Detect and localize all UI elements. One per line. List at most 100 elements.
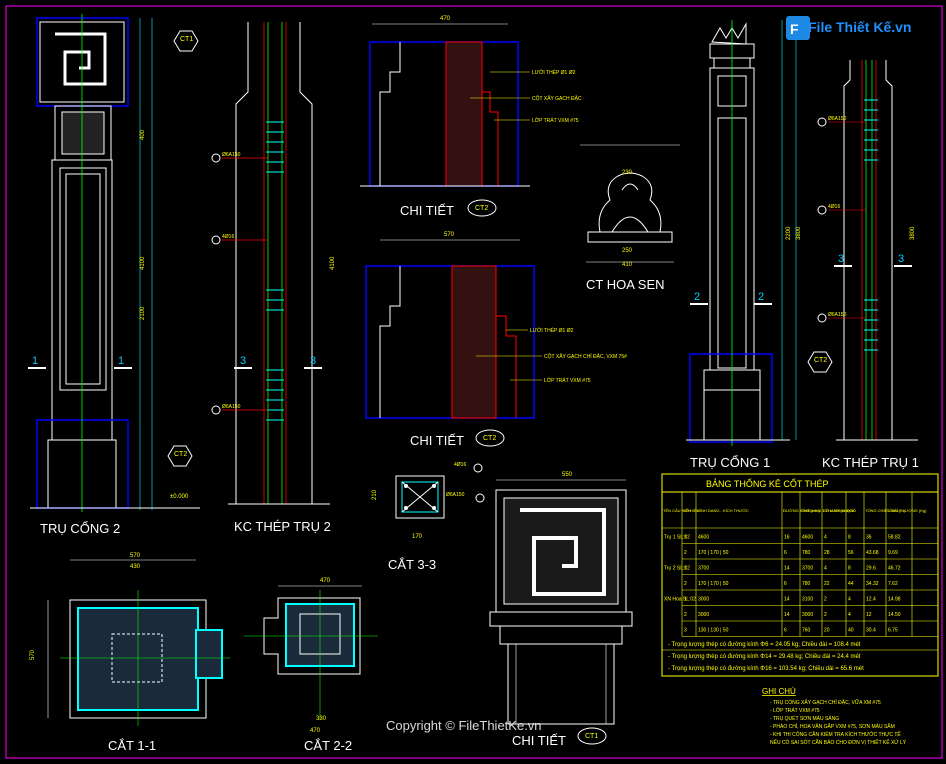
table-cell: 58.82 bbox=[888, 535, 901, 541]
table-header-cell: TỔNG T.LƯỢNG (Kg) bbox=[887, 508, 927, 513]
dim-cat3-210: 210 bbox=[372, 489, 378, 500]
table-cell: 14 bbox=[784, 566, 790, 572]
svg-text:CT1: CT1 bbox=[180, 36, 193, 43]
table-cell: 4 bbox=[824, 535, 827, 541]
table-cell: 4600 bbox=[802, 535, 813, 541]
table-cell: 1 bbox=[684, 566, 687, 572]
dim-hoa-250: 250 bbox=[622, 248, 633, 254]
total-d6: - Trọng lượng thép có đường kính Φ6 = 24… bbox=[668, 642, 861, 648]
table-cell: 40 bbox=[848, 628, 854, 634]
dim-cat3-170: 170 bbox=[412, 534, 423, 540]
note-lop-trat: LỚP TRÁT VXM #75 bbox=[532, 117, 579, 124]
title-cat-1-1: CẮT 1-1 bbox=[108, 738, 156, 753]
table-cell: 14.98 bbox=[888, 597, 901, 603]
note-cot-xay-vxm: CỘT XÂY GẠCH CHỈ ĐẶC, VXM 75# bbox=[544, 353, 627, 360]
dim-col-400: 400 bbox=[140, 129, 146, 140]
table-cell: 16 bbox=[784, 535, 790, 541]
title-cat-3-3: CẮT 3-3 bbox=[388, 557, 436, 572]
table-cell: 2 bbox=[684, 581, 687, 587]
copyright-watermark: Copyright © FileThietKe.vn bbox=[386, 718, 542, 733]
dim-cat1-570-v: 570 bbox=[30, 649, 36, 660]
dim-kc2-4100: 4100 bbox=[330, 256, 336, 270]
table-cell: 20 bbox=[824, 628, 830, 634]
cad-drawing-sheet: 4100 2100 400 1 1 ±0.000 CT1 CT2 TRỤ CỔN… bbox=[0, 0, 946, 764]
total-d16: - Trọng lượng thép có đường kính Φ16 = 1… bbox=[668, 666, 864, 672]
ghi-chu-line-4: - PHÀO CHỈ, HOA VĂN GẮP VXM #75, SƠN MÀU… bbox=[770, 722, 895, 730]
table-cell: 12.4 bbox=[866, 597, 876, 603]
table-cell: 3100 bbox=[802, 597, 813, 603]
section-mark-1-right: 1 bbox=[118, 355, 124, 367]
table-cell: 780 bbox=[802, 581, 811, 587]
table-title: BẢNG THỐNG KÊ CỐT THÉP bbox=[706, 478, 829, 489]
note-cot-xay: CỘT XÂY GẠCH ĐẶC bbox=[532, 95, 582, 102]
table-cell: 2 bbox=[824, 597, 827, 603]
title-cat-2-2: CẮT 2-2 bbox=[304, 738, 352, 753]
ghi-chu-line-2: - LỚP TRÁT VXM #75 bbox=[770, 707, 820, 714]
note-tru1-4d16: 4Ø16 bbox=[828, 204, 840, 210]
note-a150-lower: Ø6A150 bbox=[222, 404, 241, 410]
table-cell: 170 | 170 | 50 bbox=[698, 550, 729, 556]
title-kc-thep-tru-1: KC THÉP TRỤ 1 bbox=[822, 455, 919, 470]
table-cell: 14 bbox=[784, 612, 790, 618]
note-tru1-a150-upper: Ø6A150 bbox=[828, 116, 847, 122]
dim-col-4100: 4100 bbox=[140, 256, 146, 270]
section-mark-3-kc1-right: 3 bbox=[898, 253, 904, 265]
table-header-cell: T.SỐ bbox=[847, 508, 856, 513]
svg-text:CT1: CT1 bbox=[585, 733, 598, 740]
dim-ct1-550: 550 bbox=[562, 472, 573, 478]
table-cell: 9.69 bbox=[888, 550, 898, 556]
table-cell: 6.75 bbox=[888, 628, 898, 634]
title-tru-cong-1: TRỤ CỔNG 1 bbox=[690, 455, 770, 470]
table-cell: 6 bbox=[784, 581, 787, 587]
ghi-chu-line-6: NẾU CÓ SAI SÓT CẦN BÁO CHO ĐƠN VỊ THIẾT … bbox=[770, 739, 907, 746]
title-chi-tiet-1: CHI TIẾT bbox=[400, 203, 454, 218]
note-a150-upper: Ø6A150 bbox=[222, 152, 241, 158]
total-d14: - Trọng lượng thép có đường kính Φ14 = 2… bbox=[668, 654, 861, 660]
table-cell: 3000 bbox=[698, 597, 709, 603]
dim-hoa-410: 410 bbox=[622, 262, 633, 268]
table-cell: 8 bbox=[848, 535, 851, 541]
svg-text:CT2: CT2 bbox=[475, 205, 488, 212]
table-cell: 29.6 bbox=[866, 566, 876, 572]
table-cell: 28 bbox=[824, 550, 830, 556]
table-cell: 1 bbox=[684, 535, 687, 541]
table-cell: 8 bbox=[848, 566, 851, 572]
title-tru-cong-2: TRỤ CỔNG 2 bbox=[40, 521, 120, 536]
section-mark-3-left: 3 bbox=[240, 355, 246, 367]
ghi-chu-line-3: - TRỤ QUÉT SƠN MÀU SÁNG bbox=[770, 715, 839, 722]
svg-text:CT2: CT2 bbox=[483, 435, 496, 442]
note-cat3-a150: Ø6A150 bbox=[446, 492, 465, 498]
table-cell: 1 bbox=[684, 597, 687, 603]
dim-kc1-3800: 3800 bbox=[910, 226, 916, 240]
table-cell: 22 bbox=[824, 581, 830, 587]
table-cell: 2 bbox=[684, 550, 687, 556]
section-mark-3-kc1-left: 3 bbox=[838, 253, 844, 265]
table-cell: 3 bbox=[684, 628, 687, 634]
table-cell: 14.50 bbox=[888, 612, 901, 618]
table-cell: 780 bbox=[802, 550, 811, 556]
table-cell: 3000 bbox=[802, 612, 813, 618]
table-cell: 2 bbox=[824, 612, 827, 618]
table-cell: 44 bbox=[848, 581, 854, 587]
dim-col-2100: 2100 bbox=[140, 306, 146, 320]
table-cell: 170 | 170 | 50 bbox=[698, 581, 729, 587]
table-cell: 14 bbox=[784, 597, 790, 603]
section-mark-2-right: 2 bbox=[758, 291, 764, 303]
note-luoi-thep-2: LƯỚI THÉP Ø1 Ø2 bbox=[530, 327, 574, 334]
table-cell: 4 bbox=[848, 597, 851, 603]
logo-text: File Thiết Kế.vn bbox=[808, 19, 911, 35]
logo-glyph: F bbox=[790, 21, 799, 37]
table-cell: 760 bbox=[802, 628, 811, 634]
table-cell: 130 | 130 | 50 bbox=[698, 628, 729, 634]
title-chi-tiet-2: CHI TIẾT bbox=[410, 433, 464, 448]
table-cell: 34.32 bbox=[866, 581, 879, 587]
cote-zero-left: ±0.000 bbox=[170, 494, 189, 500]
table-cell: 3700 bbox=[802, 566, 813, 572]
ghi-chu-line-5: - KHI THI CÔNG CẦN KIỂM TRA KÍCH THƯỚC T… bbox=[770, 731, 901, 738]
dim-col-2200: 2200 bbox=[786, 226, 792, 240]
title-chi-tiet-3: CHI TIẾT bbox=[512, 733, 566, 748]
table-cell: 46.72 bbox=[888, 566, 901, 572]
ghi-chu-title: GHI CHÚ bbox=[762, 687, 796, 696]
table-cell: 30.4 bbox=[866, 628, 876, 634]
table-cell: 4 bbox=[848, 612, 851, 618]
